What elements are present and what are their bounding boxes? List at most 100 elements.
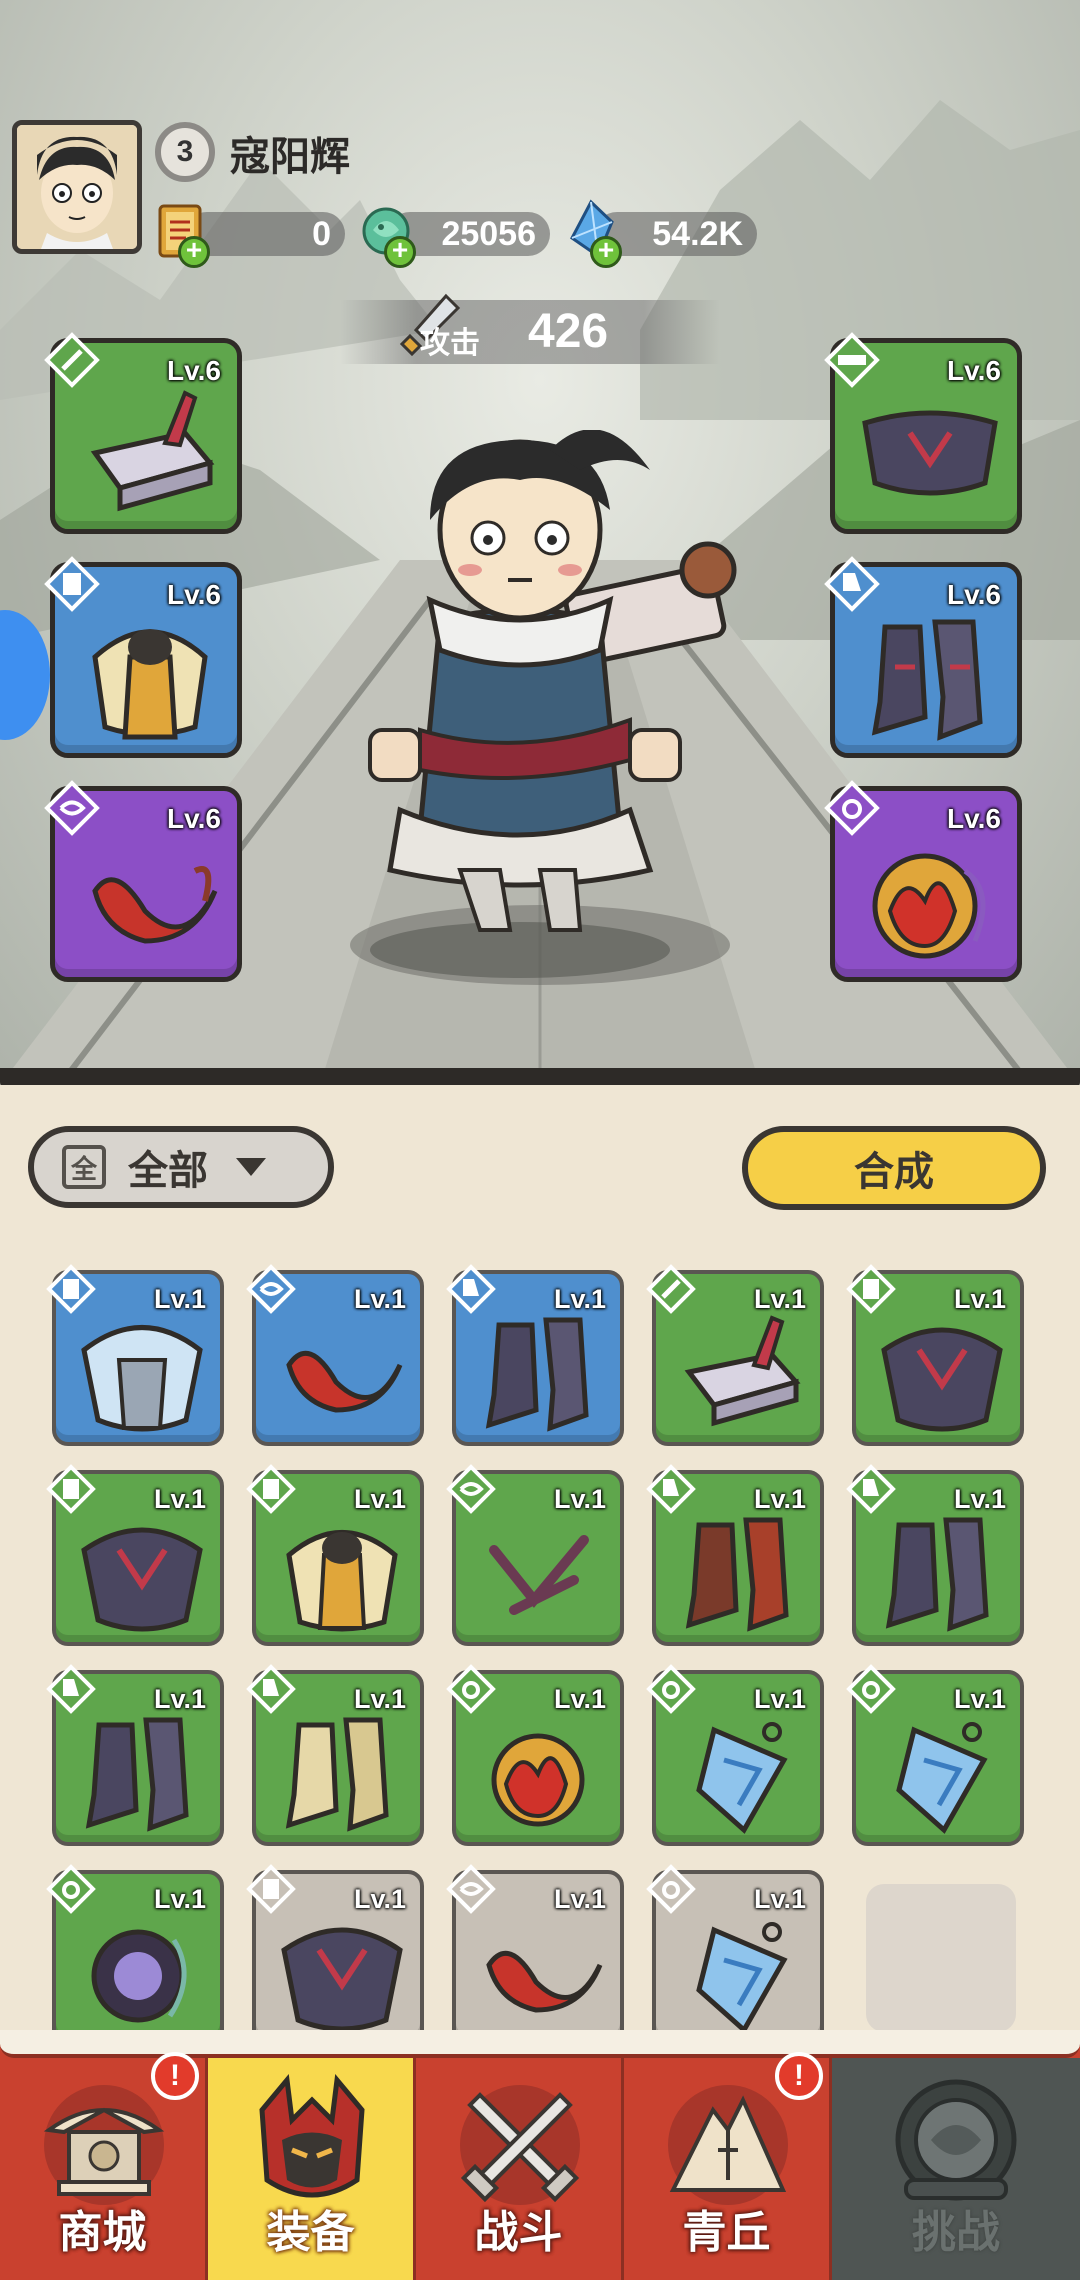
inventory-item[interactable]: Lv.1 [846, 1664, 1024, 1846]
armor-type-icon [44, 556, 100, 612]
empty-inventory-slot [866, 1884, 1016, 2032]
demon-helmet-icon [259, 2073, 365, 2198]
amulet-type-icon [46, 1864, 96, 1914]
inventory-item[interactable]: Lv.1 [246, 1664, 424, 1846]
amulet-type-icon [646, 1664, 696, 1714]
equipped-belt-slot[interactable]: Lv.6 [824, 332, 1022, 534]
equipped-amulet-slot[interactable]: Lv.6 [824, 780, 1022, 982]
inventory-item[interactable]: Lv.1 [46, 1264, 224, 1446]
jade-pendant-icon [696, 1922, 788, 2034]
inventory-item[interactable]: Lv.1 [446, 1864, 624, 2046]
nav-tab-battle[interactable]: 战斗 [416, 2058, 624, 2280]
crossed-swords-icon [460, 2085, 580, 2205]
accessory-type-icon [446, 1864, 496, 1914]
player-name: 寇阳辉 [230, 134, 350, 180]
boots-type-icon [824, 556, 880, 612]
inventory-item[interactable]: Lv.1 [246, 1264, 424, 1446]
armor-type-icon [246, 1464, 296, 1514]
equipped-accessory-slot[interactable]: Lv.6 [44, 780, 242, 982]
boots-type-icon [46, 1664, 96, 1714]
weapon-type-icon [44, 332, 100, 388]
inventory-item[interactable]: Lv.1 [646, 1264, 824, 1446]
category-filter-dropdown[interactable]: 全 全部 [28, 1126, 334, 1208]
attack-value: 426 [528, 305, 609, 358]
inventory-item[interactable]: Lv.1 [46, 1464, 224, 1646]
flame-orb-icon [491, 1733, 585, 1827]
nav-tab-qingqiu[interactable]: ! 青丘 [624, 2052, 832, 2280]
golden-armor-icon [92, 629, 208, 740]
amulet-type-icon [646, 1864, 696, 1914]
qingqiu-alert-badge: ! [775, 2052, 823, 2100]
inventory-item[interactable]: Lv.1 [846, 1264, 1024, 1446]
equipped-armor-slot[interactable]: Lv.6 [44, 556, 242, 758]
attack-label: 攻击 [420, 326, 480, 361]
add-crystal-button[interactable]: + [590, 236, 622, 268]
equipped-weapon-slot[interactable]: Lv.6 [44, 332, 242, 534]
boots-type-icon [246, 1664, 296, 1714]
jade-value: 25056 [441, 214, 536, 253]
nav-label-qingqiu: 青丘 [682, 2207, 771, 2258]
player-level-badge: 3 [155, 122, 215, 182]
inventory-item[interactable]: Lv.1 [646, 1464, 824, 1646]
chevron-down-icon [236, 1158, 266, 1176]
inventory-item[interactable]: Lv.1 [446, 1264, 624, 1446]
amulet-type-icon [824, 780, 880, 836]
hero-character[interactable] [330, 430, 750, 990]
red-sash-icon [286, 1351, 403, 1413]
scene-divider [0, 1068, 1080, 1085]
boots-type-icon [646, 1464, 696, 1514]
ice-armor-icon [81, 1325, 203, 1432]
inventory-item[interactable]: Lv.1 [46, 1664, 224, 1846]
dark-boots-icon [485, 1317, 589, 1432]
dark-boots-icon [871, 619, 983, 741]
inventory-item[interactable]: Lv.1 [646, 1864, 824, 2046]
inventory-item[interactable]: Lv.1 [446, 1464, 624, 1646]
boots-type-icon [446, 1264, 496, 1314]
nav-tab-shop[interactable]: ! 商城 [0, 2052, 208, 2280]
add-token-button[interactable]: + [178, 236, 210, 268]
thorn-sash-icon [489, 1535, 589, 1615]
nav-label-challenge: 挑战 [912, 2207, 1000, 2258]
shop-pavilion-icon [43, 2085, 165, 2205]
weapon-type-icon [646, 1264, 696, 1314]
anvil-blade-icon [684, 1315, 801, 1427]
inventory-item[interactable]: Lv.1 [646, 1664, 824, 1846]
amulet-type-icon [846, 1664, 896, 1714]
golden-armor-icon [286, 1530, 398, 1632]
accessory-type-icon [446, 1464, 496, 1514]
add-jade-button[interactable]: + [384, 236, 416, 268]
locked-portal-icon [895, 2079, 1017, 2201]
bone-boots-icon [285, 1717, 389, 1832]
inventory-item[interactable]: Lv.1 [446, 1664, 624, 1846]
nav-tab-equipment[interactable]: 装备 [208, 2058, 416, 2280]
nav-tab-challenge[interactable]: 挑战 [832, 2058, 1080, 2280]
red-sash-icon [486, 1951, 603, 2013]
nav-snow-edge [0, 2030, 1080, 2058]
equipped-boots-slot[interactable]: Lv.6 [824, 556, 1022, 758]
armor-type-icon [246, 1864, 296, 1914]
amulet-type-icon [446, 1664, 496, 1714]
dark-boots-icon [885, 1517, 989, 1632]
inventory-item[interactable]: Lv.1 [246, 1864, 424, 2046]
dark-belt-icon [862, 410, 998, 496]
anvil-blade-icon [90, 390, 215, 512]
filter-label: 全部 [128, 1148, 208, 1194]
inventory-item[interactable]: Lv.1 [246, 1464, 424, 1646]
red-boots-icon [685, 1517, 789, 1632]
nav-label-battle: 战斗 [474, 2207, 563, 2258]
dark-armor-icon [281, 1927, 403, 2032]
synthesize-button[interactable]: 合成 [742, 1126, 1046, 1210]
inventory-item[interactable]: Lv.1 [846, 1464, 1024, 1646]
belt-type-icon [824, 332, 880, 388]
dark-orb-icon [91, 1929, 187, 2023]
jade-pendant-icon [896, 1722, 988, 1834]
player-avatar[interactable] [12, 120, 142, 254]
red-sash-icon [92, 866, 218, 944]
accessory-type-icon [44, 780, 100, 836]
boots-type-icon [846, 1464, 896, 1514]
inventory-item[interactable]: Lv.1 [46, 1864, 224, 2046]
dark-armor-icon [81, 1527, 203, 1632]
dark-boots-icon [85, 1717, 189, 1832]
avatar-face-icon [17, 125, 137, 249]
character-scene: 3 寇阳辉 0 + 25056 + 54.2K + 攻击 426 Lv.6 Lv… [0, 0, 1080, 1085]
